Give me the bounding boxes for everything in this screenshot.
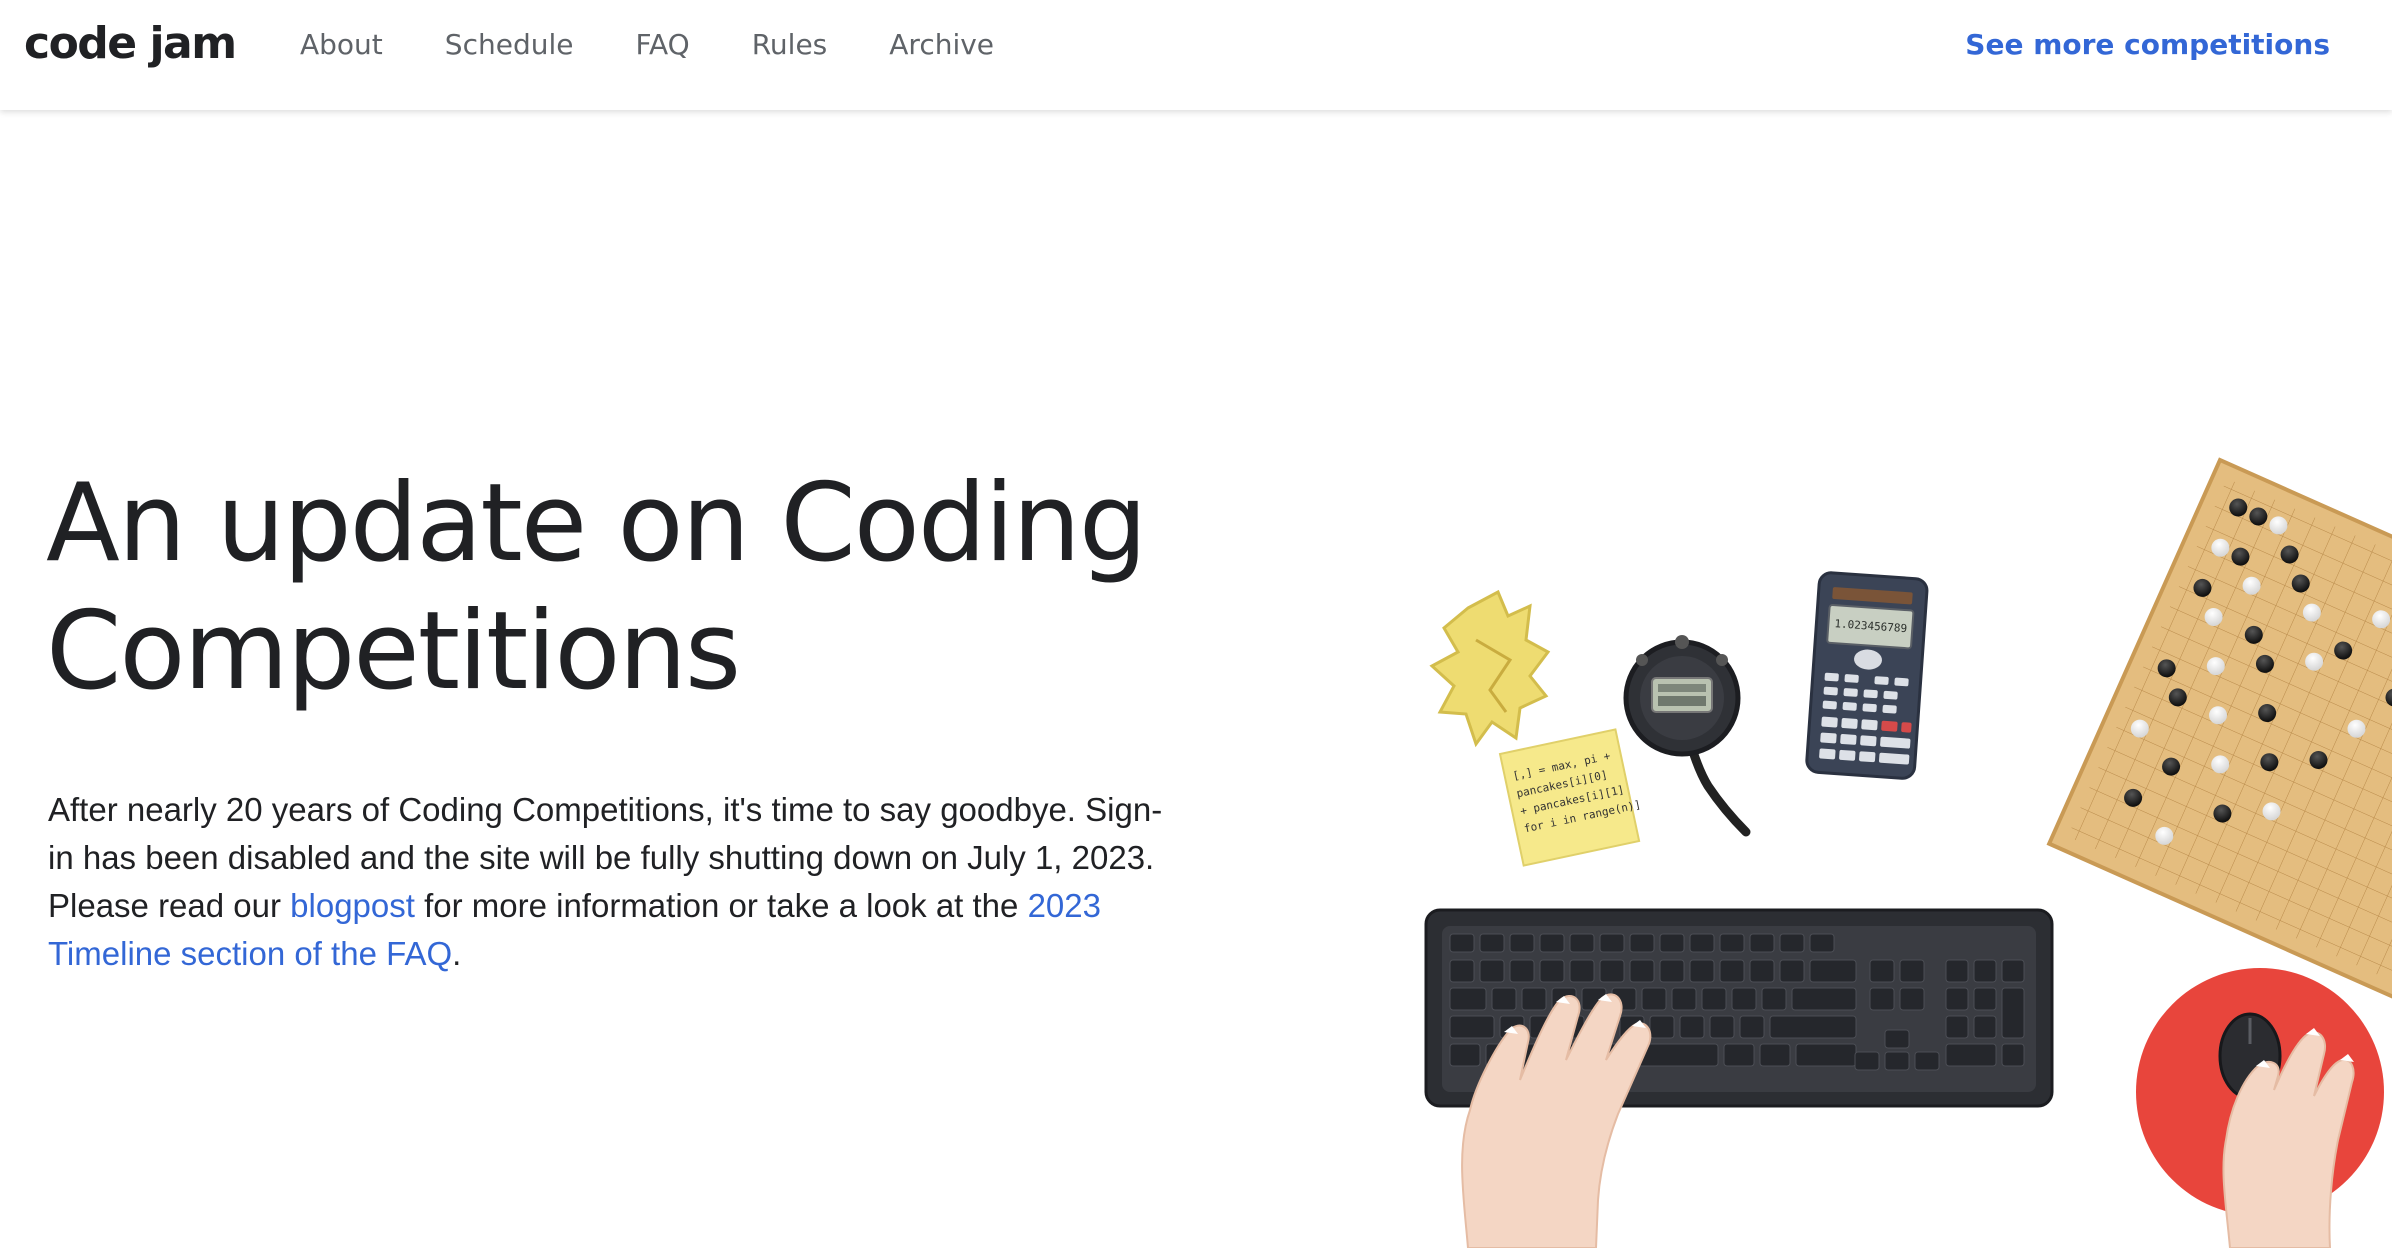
nav-about[interactable]: About — [300, 28, 383, 61]
title-line-2: Competitions — [46, 589, 741, 714]
nav-schedule[interactable]: Schedule — [445, 28, 574, 61]
stopwatch — [1623, 635, 1751, 837]
body-text-3: . — [452, 935, 462, 972]
main-nav: About Schedule FAQ Rules Archive — [300, 28, 1056, 61]
top-header: code jam About Schedule FAQ Rules Archiv… — [0, 0, 2392, 110]
body-text-2: for more information or take a look at t… — [414, 887, 1028, 924]
blogpost-link[interactable]: blogpost — [290, 887, 415, 924]
calculator: 1.023456789 — [1805, 571, 1929, 780]
page-title: An update on Coding Competitions — [46, 460, 1226, 716]
nav-faq[interactable]: FAQ — [635, 28, 689, 61]
desk-illustration: [,] = max, pi + pancakes[i][0] + pancake… — [1424, 457, 2392, 1248]
code-jam-logo[interactable]: code jam — [24, 18, 237, 69]
go-board — [2046, 457, 2392, 1018]
announcement-text: After nearly 20 years of Coding Competit… — [48, 786, 1168, 978]
nav-rules[interactable]: Rules — [752, 28, 828, 61]
nav-archive[interactable]: Archive — [889, 28, 994, 61]
sticky-note: [,] = max, pi + pancakes[i][0] + pancake… — [1498, 728, 1642, 867]
title-line-1: An update on Coding — [46, 461, 1147, 586]
see-more-competitions-link[interactable]: See more competitions — [1965, 28, 2330, 61]
crumpled-paper — [1429, 589, 1551, 748]
